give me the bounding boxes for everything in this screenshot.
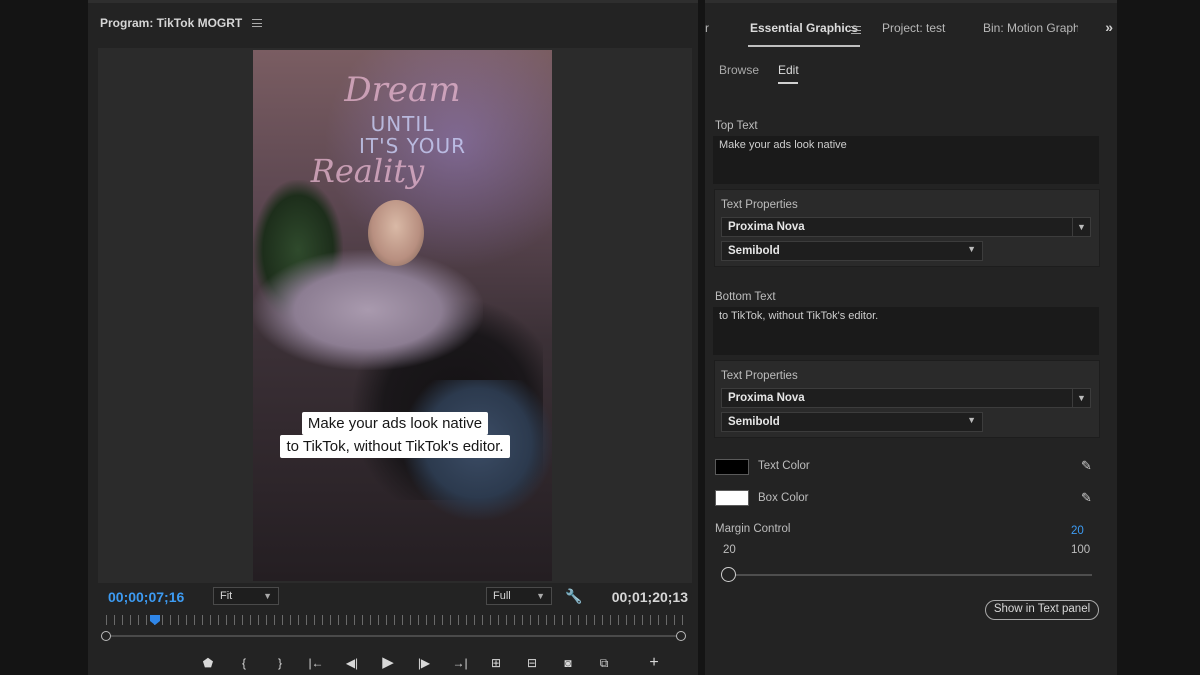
step-back-icon[interactable]: ◀| xyxy=(340,654,364,672)
font-style-value: Semibold xyxy=(728,245,780,257)
font-style-value: Semibold xyxy=(728,416,780,428)
mark-in-icon[interactable]: { xyxy=(232,654,256,672)
timecode-row: 00;00;07;16 Fit ▼ Full ▼ 🔧 00;01;20;13 xyxy=(108,587,688,607)
more-tabs-icon[interactable]: » xyxy=(1105,19,1113,35)
top-text-properties: Text Properties Proxima Nova ▼ Semibold … xyxy=(714,189,1100,267)
show-in-text-panel-button[interactable]: Show in Text panel xyxy=(985,600,1099,620)
playhead-timecode[interactable]: 00;00;07;16 xyxy=(108,589,184,605)
zoom-handle-right[interactable] xyxy=(676,631,686,641)
step-forward-icon[interactable]: |▶ xyxy=(412,654,436,672)
tab-essential-graphics[interactable]: Essential Graphics xyxy=(750,21,858,35)
chevron-down-icon: ▼ xyxy=(263,591,272,601)
panel-menu-icon[interactable] xyxy=(851,26,861,34)
active-tab-indicator xyxy=(748,45,860,47)
tab-bin[interactable]: Bin: Motion Graphi xyxy=(983,21,1078,35)
caption-top-text: Make your ads look native xyxy=(301,412,489,435)
chevron-down-icon: ▼ xyxy=(967,244,976,254)
margin-slider-knob[interactable] xyxy=(721,567,736,582)
panel-menu-icon[interactable] xyxy=(252,19,263,27)
program-monitor-header: Program: TikTok MOGRT xyxy=(100,15,263,31)
tab-edit[interactable]: Edit xyxy=(778,63,799,77)
text-color-label: Text Color xyxy=(758,460,810,472)
box-color-swatch[interactable] xyxy=(715,490,749,506)
zoom-handle-left[interactable] xyxy=(101,631,111,641)
font-family-value: Proxima Nova xyxy=(728,392,805,404)
wrench-settings-icon[interactable]: 🔧 xyxy=(565,588,582,604)
bottom-text-properties: Text Properties Proxima Nova ▼ Semibold … xyxy=(714,360,1100,438)
comparison-view-icon[interactable]: ⧉ xyxy=(592,654,616,672)
chevron-down-icon: ▼ xyxy=(967,415,976,425)
box-color-label: Box Color xyxy=(758,492,809,504)
playback-resolution-value: Full xyxy=(493,590,511,602)
export-frame-icon[interactable]: ◙ xyxy=(556,654,580,672)
font-family-value: Proxima Nova xyxy=(728,221,805,233)
tab-partial[interactable]: r xyxy=(705,21,709,35)
chevron-down-icon: ▼ xyxy=(1072,218,1090,236)
slider-min-label: 20 xyxy=(723,544,736,556)
slider-max-label: 100 xyxy=(1071,544,1091,556)
panel-tab-bar: r Essential Graphics Project: test Bin: … xyxy=(705,17,1117,47)
program-monitor-title[interactable]: Program: TikTok MOGRT xyxy=(100,16,242,30)
person-head-image xyxy=(368,200,424,266)
transport-controls: ⬟ { } |← ◀| ▶ |▶ →| ⊞ ⊟ ◙ ⧉ + xyxy=(196,653,678,673)
margin-slider-track[interactable] xyxy=(727,574,1092,576)
caption-bottom-text: to TikTok, without TikTok's editor. xyxy=(280,435,510,458)
playback-resolution-select[interactable]: Full ▼ xyxy=(486,587,552,605)
zoom-level-value: Fit xyxy=(220,590,233,602)
tab-project[interactable]: Project: test xyxy=(882,21,945,35)
font-family-select[interactable]: Proxima Nova ▼ xyxy=(721,217,1091,237)
margin-control-label: Margin Control xyxy=(715,523,791,535)
font-family-select[interactable]: Proxima Nova ▼ xyxy=(721,388,1091,408)
program-monitor-panel: Program: TikTok MOGRT Dream UNTIL IT'S Y… xyxy=(88,0,698,675)
eyedropper-icon[interactable]: ✎ xyxy=(1081,490,1097,506)
program-viewer[interactable]: Dream UNTIL IT'S YOUR Reality Make your … xyxy=(98,48,692,583)
zoom-scroll-bar[interactable] xyxy=(106,635,684,637)
eyedropper-icon[interactable]: ✎ xyxy=(1081,458,1097,474)
tab-browse[interactable]: Browse xyxy=(719,63,759,77)
caption-overlay: Make your ads look native to TikTok, wit… xyxy=(96,412,694,458)
add-button-icon[interactable]: + xyxy=(642,654,666,672)
top-text-field[interactable]: Make your ads look native xyxy=(713,136,1099,184)
lift-icon[interactable]: ⊞ xyxy=(484,654,508,672)
bottom-text-label: Bottom Text xyxy=(715,291,776,303)
text-properties-label: Text Properties xyxy=(721,199,798,211)
duration-timecode: 00;01;20;13 xyxy=(611,589,688,605)
time-ruler[interactable] xyxy=(101,615,686,643)
video-frame: Dream UNTIL IT'S YOUR Reality xyxy=(253,50,552,581)
essential-graphics-panel: r Essential Graphics Project: test Bin: … xyxy=(705,0,1117,675)
chevron-down-icon: ▼ xyxy=(536,591,545,601)
zoom-level-select[interactable]: Fit ▼ xyxy=(213,587,279,605)
chevron-down-icon: ▼ xyxy=(1072,389,1090,407)
play-icon[interactable]: ▶ xyxy=(376,654,400,672)
margin-control-value[interactable]: 20 xyxy=(1071,525,1084,537)
bottom-text-field[interactable]: to TikTok, without TikTok's editor. xyxy=(713,307,1099,355)
neon-sign-line: Dream xyxy=(344,70,461,110)
ruler-ticks xyxy=(106,615,684,625)
neon-sign-line: UNTIL xyxy=(370,112,435,136)
text-color-swatch[interactable] xyxy=(715,459,749,475)
go-to-in-icon[interactable]: |← xyxy=(304,654,328,672)
font-style-select[interactable]: Semibold ▼ xyxy=(721,241,983,261)
go-to-out-icon[interactable]: →| xyxy=(448,654,472,672)
text-properties-label: Text Properties xyxy=(721,370,798,382)
top-text-label: Top Text xyxy=(715,120,758,132)
mark-out-icon[interactable]: } xyxy=(268,654,292,672)
add-marker-icon[interactable]: ⬟ xyxy=(196,654,220,672)
font-style-select[interactable]: Semibold ▼ xyxy=(721,412,983,432)
active-subtab-indicator xyxy=(778,82,798,84)
extract-icon[interactable]: ⊟ xyxy=(520,654,544,672)
person-sweater-image xyxy=(253,250,483,370)
